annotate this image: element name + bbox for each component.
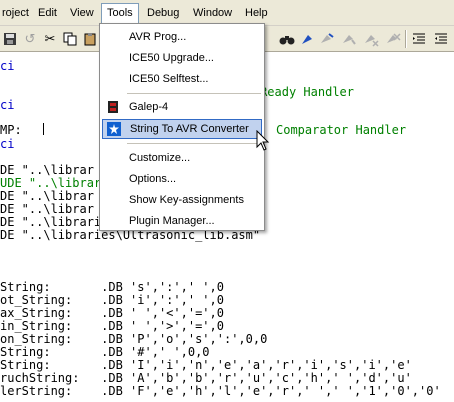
code-line: ci	[0, 59, 15, 73]
menu-debug[interactable]: Debug	[142, 4, 184, 22]
menu-separator	[127, 143, 261, 144]
mouse-pointer-icon	[256, 129, 270, 152]
code-line: MP:	[0, 123, 22, 137]
code-line: lerString: .DB 'F','e','h','l','e','r','…	[0, 384, 441, 398]
menu-item-label: Galep-4	[129, 101, 169, 113]
menu-item-options[interactable]: Options...	[102, 169, 262, 189]
paste-icon[interactable]	[81, 30, 99, 48]
toggle-bookmark-icon[interactable]	[298, 30, 316, 48]
menu-item-label: ICE50 Selftest...	[129, 73, 209, 85]
menu-tools[interactable]: Tools	[101, 3, 139, 24]
menu-view[interactable]: View	[65, 4, 99, 22]
toolbar-separator	[405, 30, 407, 48]
menu-separator	[127, 93, 261, 94]
save-all-icon[interactable]	[1, 30, 19, 48]
menu-item-ice50-upgrade[interactable]: ICE50 Upgrade...	[102, 48, 262, 68]
menu-item-galep4[interactable]: Galep-4	[102, 97, 262, 117]
code-comment: Comparator Handler	[276, 123, 407, 137]
undo-icon[interactable]: ↺	[21, 30, 39, 48]
menu-item-plugin-manager[interactable]: Plugin Manager...	[102, 211, 262, 231]
menu-item-label: Customize...	[129, 152, 191, 164]
chip-icon	[106, 100, 120, 114]
code-line: ci	[0, 137, 15, 151]
prev-bookmark-icon[interactable]	[340, 30, 358, 48]
menu-item-label: AVR Prog...	[129, 31, 187, 43]
menu-item-ice50-selftest[interactable]: ICE50 Selftest...	[102, 69, 262, 89]
menu-help[interactable]: Help	[240, 4, 273, 22]
text-caret	[43, 123, 44, 135]
menu-item-label: String To AVR Converter	[130, 123, 249, 135]
menu-item-string-to-avr-converter[interactable]: String To AVR Converter	[102, 119, 262, 139]
clear-bookmarks-icon[interactable]	[362, 30, 380, 48]
cut-icon[interactable]: ✂	[41, 30, 59, 48]
copy-icon[interactable]	[61, 30, 79, 48]
remove-bookmark-icon[interactable]	[384, 30, 402, 48]
menu-item-label: Options...	[129, 173, 177, 185]
menu-item-customize[interactable]: Customize...	[102, 148, 262, 168]
indent-icon[interactable]	[410, 30, 428, 48]
menu-item-label: Show Key-assignments	[129, 194, 244, 206]
menu-project[interactable]: roject	[0, 4, 34, 22]
outdent-icon[interactable]	[432, 30, 450, 48]
converter-icon	[107, 122, 121, 136]
menu-item-avr-prog[interactable]: AVR Prog...	[102, 27, 262, 47]
tools-dropdown-menu: AVR Prog... ICE50 Upgrade... ICE50 Selft…	[99, 23, 265, 231]
next-bookmark-icon[interactable]	[318, 30, 336, 48]
binoculars-icon[interactable]	[278, 30, 296, 48]
menu-item-label: Plugin Manager...	[129, 215, 215, 227]
menu-item-label: ICE50 Upgrade...	[129, 52, 214, 64]
menu-edit[interactable]: Edit	[33, 4, 62, 22]
menu-window[interactable]: Window	[188, 4, 237, 22]
menu-item-show-key-assignments[interactable]: Show Key-assignments	[102, 190, 262, 210]
code-line: ci	[0, 98, 15, 112]
